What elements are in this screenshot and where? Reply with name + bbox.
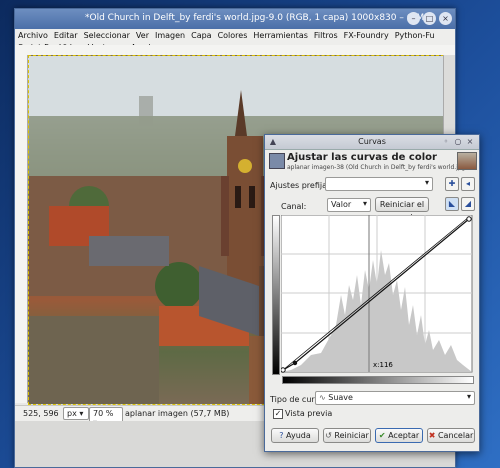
- curves-header-title: Ajustar las curvas de color: [287, 152, 437, 163]
- cancel-icon: ✖: [428, 431, 436, 440]
- dialog-close-icon[interactable]: ×: [465, 137, 475, 147]
- reset-label: Reiniciar: [334, 431, 369, 440]
- vertical-ruler[interactable]: [15, 55, 28, 403]
- check-icon: ✔: [378, 431, 386, 440]
- curve-point: [281, 367, 286, 373]
- reset-channel-button[interactable]: Reiniciar el canal: [375, 197, 429, 222]
- curves-tool-icon: [269, 153, 285, 169]
- menu-ver[interactable]: Ver: [133, 29, 152, 40]
- add-preset-icon[interactable]: ✚: [445, 177, 459, 191]
- help-label: Ayuda: [286, 431, 311, 440]
- menu-python-fu[interactable]: Python-Fu: [392, 29, 438, 40]
- menu-filtros[interactable]: Filtros: [311, 29, 341, 40]
- gimp-window-title: *Old Church in Delft_by ferdi's world.jp…: [85, 13, 430, 23]
- menu-colores[interactable]: Colores: [215, 29, 251, 40]
- gimp-menubar: Archivo Editar Seleccionar Ver Imagen Capa Col…: [15, 29, 455, 52]
- x-readout: x:116: [373, 361, 393, 369]
- dialog-maximize-icon[interactable]: ○: [453, 137, 463, 147]
- unit-select[interactable]: px ▾: [63, 407, 89, 420]
- curve-graph[interactable]: x:116: [281, 215, 481, 373]
- curve-point: [292, 360, 298, 366]
- reset-icon: ↺: [325, 431, 332, 440]
- chevron-down-icon: ▾: [466, 392, 471, 401]
- preview-label: Vista previa: [285, 409, 333, 418]
- status-message: aplanar imagen (57,7 MB): [125, 409, 230, 418]
- linear-histogram-icon[interactable]: ◣: [445, 197, 459, 211]
- menu-capa[interactable]: Capa: [188, 29, 214, 40]
- ok-label: Aceptar: [388, 431, 420, 440]
- dialog-roll-icon[interactable]: ◦: [441, 137, 451, 147]
- pointer-coordinates: 525, 596: [23, 409, 59, 418]
- curve-type-select[interactable]: ∿ Suave ▾: [315, 391, 475, 405]
- menu-seleccionar[interactable]: Seleccionar: [81, 29, 133, 40]
- menu-imagen[interactable]: Imagen: [152, 29, 188, 40]
- channel-label: Canal:: [281, 202, 307, 211]
- preview-checkbox[interactable]: ✓: [273, 409, 283, 419]
- minimize-icon[interactable]: –: [407, 12, 420, 25]
- chevron-down-icon: ▾: [424, 178, 429, 187]
- curve-type-value: Suave: [328, 393, 353, 402]
- reset-button[interactable]: ↺ Reiniciar: [323, 428, 371, 443]
- log-histogram-icon[interactable]: ◢: [461, 197, 475, 211]
- channel-select[interactable]: Valor ▾: [327, 198, 371, 212]
- close-icon[interactable]: ×: [439, 12, 452, 25]
- value-gradient-horizontal: [282, 376, 474, 384]
- maximize-icon[interactable]: □: [423, 12, 436, 25]
- menu-archivo[interactable]: Archivo: [15, 29, 51, 40]
- gimp-title-bar[interactable]: *Old Church in Delft_by ferdi's world.jp…: [15, 9, 455, 29]
- menu-editar[interactable]: Editar: [51, 29, 81, 40]
- menu-herramientas[interactable]: Herramientas: [250, 29, 311, 40]
- unit-value: px: [67, 409, 77, 418]
- image-thumbnail: [457, 152, 477, 170]
- smooth-curve-icon: ∿: [319, 393, 326, 402]
- cancel-label: Cancelar: [437, 431, 474, 440]
- menu-fx-foundry[interactable]: FX-Foundry: [341, 29, 392, 40]
- preset-menu-icon[interactable]: ◂: [461, 177, 475, 191]
- help-icon: ?: [279, 431, 284, 440]
- zoom-value: 70 %: [93, 409, 114, 418]
- chevron-down-icon: ▾: [362, 199, 367, 208]
- presets-select[interactable]: ▾: [325, 177, 433, 191]
- value-gradient-vertical: [272, 215, 280, 375]
- curves-title-bar[interactable]: ▲ Curvas ◦ ○ ×: [265, 135, 479, 150]
- channel-value: Valor: [331, 200, 352, 209]
- curves-dialog: ▲ Curvas ◦ ○ × Ajustar las curvas de col…: [264, 134, 480, 452]
- ok-button[interactable]: ✔ Aceptar: [375, 428, 423, 443]
- curves-header-subtitle: aplanar imagen-38 (Old Church in Delft_b…: [287, 164, 468, 171]
- help-button[interactable]: ? Ayuda: [271, 428, 319, 443]
- curve-point: [466, 216, 472, 222]
- cancel-button[interactable]: ✖ Cancelar: [427, 428, 475, 443]
